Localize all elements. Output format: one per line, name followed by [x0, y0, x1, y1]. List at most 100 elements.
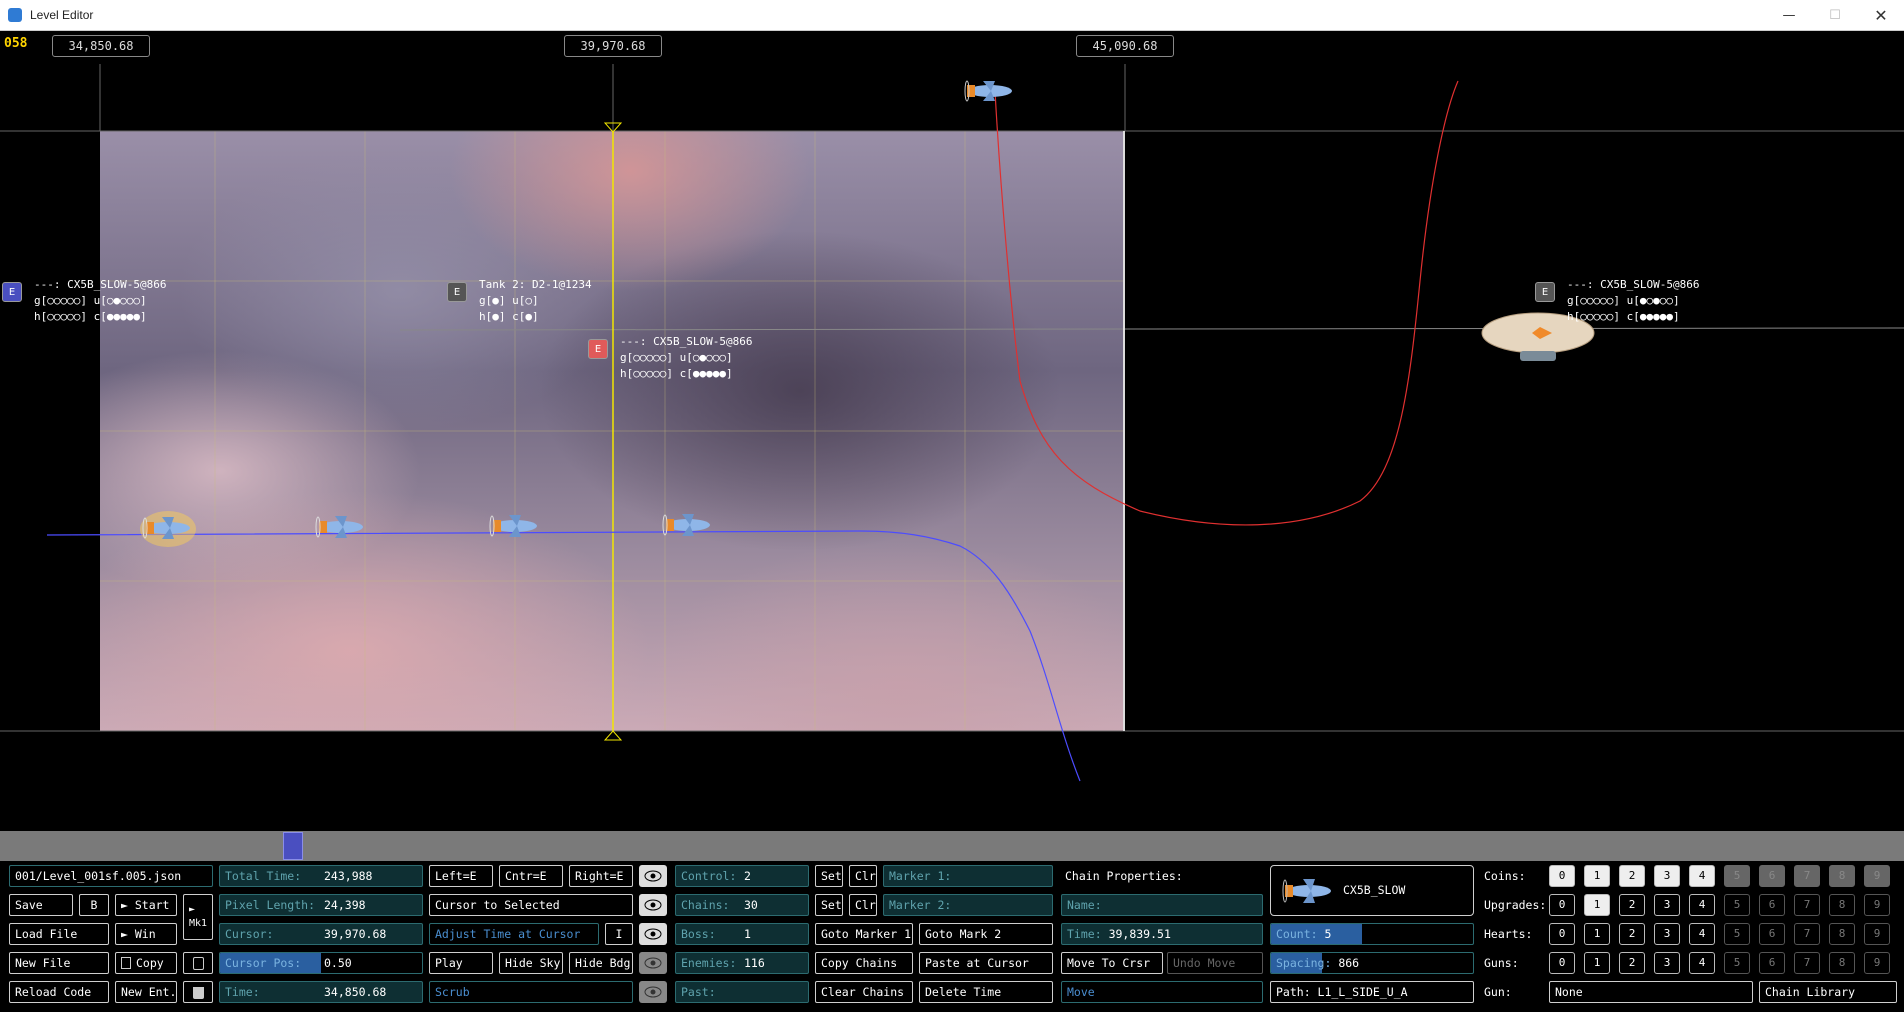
coins-option-6[interactable]: 6: [1759, 865, 1785, 887]
clear-marker2-button[interactable]: Clr: [849, 894, 877, 916]
delete-button[interactable]: [183, 981, 213, 1003]
guns-option-7[interactable]: 7: [1794, 952, 1820, 974]
set-marker1-button[interactable]: Set: [815, 865, 843, 887]
time-field[interactable]: Time: 34,850.68: [219, 981, 423, 1003]
file-name-field[interactable]: 001/Level_001sf.005.json: [9, 865, 213, 887]
upgrades-option-4[interactable]: 4: [1689, 894, 1715, 916]
eye-icon[interactable]: [639, 894, 667, 916]
paste-button[interactable]: [183, 952, 213, 974]
upgrades-option-9[interactable]: 9: [1864, 894, 1890, 916]
coins-option-3[interactable]: 3: [1654, 865, 1680, 887]
upgrades-option-7[interactable]: 7: [1794, 894, 1820, 916]
coins-option-1[interactable]: 1: [1584, 865, 1610, 887]
close-button[interactable]: ✕: [1858, 0, 1904, 31]
paste-at-cursor-button[interactable]: Paste at Cursor: [919, 952, 1053, 974]
chain-time-field[interactable]: Time: 39,839.51: [1061, 923, 1263, 945]
guns-option-1[interactable]: 1: [1584, 952, 1610, 974]
chain-name-field[interactable]: Name:: [1061, 894, 1263, 916]
right-button[interactable]: Right=E: [569, 865, 633, 887]
guns-option-6[interactable]: 6: [1759, 952, 1785, 974]
eye-icon[interactable]: [639, 923, 667, 945]
path-selector[interactable]: Path: L1_L_SIDE_U_A: [1270, 981, 1474, 1003]
adjust-time-field[interactable]: Adjust Time at Cursor: [429, 923, 599, 945]
upgrades-option-8[interactable]: 8: [1829, 894, 1855, 916]
hearts-option-6[interactable]: 6: [1759, 923, 1785, 945]
move-to-cursor-button[interactable]: Move To Crsr: [1061, 952, 1163, 974]
cursor-pos-slider[interactable]: Cursor Pos: 0.50: [219, 952, 423, 974]
maximize-button[interactable]: ☐: [1812, 0, 1858, 31]
entity-badge[interactable]: E: [588, 339, 608, 359]
count-slider[interactable]: Count: 5: [1270, 923, 1474, 945]
upgrades-option-5[interactable]: 5: [1724, 894, 1750, 916]
minimize-button[interactable]: —: [1766, 0, 1812, 31]
hearts-option-8[interactable]: 8: [1829, 923, 1855, 945]
coins-option-8[interactable]: 8: [1829, 865, 1855, 887]
mk1-button[interactable]: ► Mk1: [183, 894, 213, 940]
move-slider[interactable]: Move: [1061, 981, 1263, 1003]
coins-option-2[interactable]: 2: [1619, 865, 1645, 887]
scrub-slider[interactable]: Scrub: [429, 981, 633, 1003]
hearts-option-3[interactable]: 3: [1654, 923, 1680, 945]
level-canvas[interactable]: 058 34,850.68 39,970.68 45,090.68 E ---:…: [0, 31, 1904, 831]
eye-icon[interactable]: [639, 981, 667, 1003]
b-button[interactable]: B: [79, 894, 109, 916]
guns-option-0[interactable]: 0: [1549, 952, 1575, 974]
upgrades-option-6[interactable]: 6: [1759, 894, 1785, 916]
eye-icon[interactable]: [639, 952, 667, 974]
cursor-to-selected-button[interactable]: Cursor to Selected: [429, 894, 633, 916]
save-button[interactable]: Save: [9, 894, 73, 916]
enemy-type-selector[interactable]: CX5B_SLOW: [1270, 865, 1474, 916]
goto-mark2-button[interactable]: Goto Mark 2: [919, 923, 1053, 945]
guns-option-8[interactable]: 8: [1829, 952, 1855, 974]
gun-selector[interactable]: None: [1549, 981, 1753, 1003]
eye-icon[interactable]: [639, 865, 667, 887]
hearts-option-1[interactable]: 1: [1584, 923, 1610, 945]
new-entity-button[interactable]: New Ent.: [115, 981, 177, 1003]
delete-time-button[interactable]: Delete Time: [919, 981, 1053, 1003]
plane-sprite[interactable]: [315, 516, 363, 538]
upgrades-option-2[interactable]: 2: [1619, 894, 1645, 916]
coins-option-5[interactable]: 5: [1724, 865, 1750, 887]
i-button[interactable]: I: [605, 923, 633, 945]
plane-sprite[interactable]: [489, 515, 537, 537]
hearts-option-7[interactable]: 7: [1794, 923, 1820, 945]
start-button[interactable]: ► Start: [115, 894, 177, 916]
set-marker2-button[interactable]: Set: [815, 894, 843, 916]
marker2-field[interactable]: Marker 2:: [883, 894, 1053, 916]
guns-option-9[interactable]: 9: [1864, 952, 1890, 974]
coins-option-9[interactable]: 9: [1864, 865, 1890, 887]
new-file-button[interactable]: New File: [9, 952, 109, 974]
hearts-option-0[interactable]: 0: [1549, 923, 1575, 945]
coins-option-0[interactable]: 0: [1549, 865, 1575, 887]
coins-option-7[interactable]: 7: [1794, 865, 1820, 887]
entity-badge[interactable]: E: [447, 282, 467, 302]
spacing-slider[interactable]: Spacing: 866: [1270, 952, 1474, 974]
goto-marker1-button[interactable]: Goto Marker 1: [815, 923, 913, 945]
hearts-option-9[interactable]: 9: [1864, 923, 1890, 945]
hide-bdg-button[interactable]: Hide Bdg: [569, 952, 633, 974]
guns-option-5[interactable]: 5: [1724, 952, 1750, 974]
clear-chains-button[interactable]: Clear Chains: [815, 981, 913, 1003]
chain-library-button[interactable]: Chain Library: [1759, 981, 1897, 1003]
load-file-button[interactable]: Load File: [9, 923, 109, 945]
hearts-option-5[interactable]: 5: [1724, 923, 1750, 945]
hide-sky-button[interactable]: Hide Sky: [499, 952, 563, 974]
plane-sprite[interactable]: [662, 514, 710, 536]
upgrades-option-3[interactable]: 3: [1654, 894, 1680, 916]
hearts-option-4[interactable]: 4: [1689, 923, 1715, 945]
entity-badge[interactable]: E: [1535, 282, 1555, 302]
left-button[interactable]: Left=E: [429, 865, 493, 887]
hearts-option-2[interactable]: 2: [1619, 923, 1645, 945]
timeline-scroll-thumb[interactable]: [283, 832, 303, 860]
cursor-field[interactable]: Cursor: 39,970.68: [219, 923, 423, 945]
entity-badge[interactable]: E: [2, 282, 22, 302]
center-button[interactable]: Cntr=E: [499, 865, 563, 887]
reload-code-button[interactable]: Reload Code: [9, 981, 109, 1003]
coins-option-4[interactable]: 4: [1689, 865, 1715, 887]
undo-move-button[interactable]: Undo Move: [1167, 952, 1263, 974]
guns-option-2[interactable]: 2: [1619, 952, 1645, 974]
upgrades-option-1[interactable]: 1: [1584, 894, 1610, 916]
clear-marker1-button[interactable]: Clr: [849, 865, 877, 887]
upgrades-option-0[interactable]: 0: [1549, 894, 1575, 916]
marker1-field[interactable]: Marker 1:: [883, 865, 1053, 887]
